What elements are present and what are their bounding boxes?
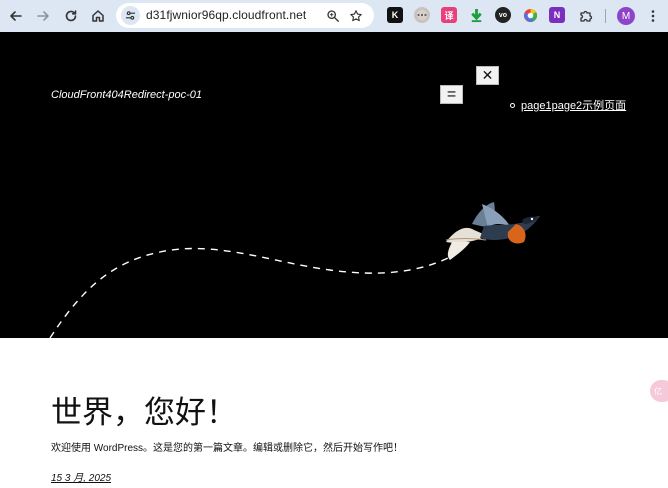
post-title[interactable]: 世界，您好！ xyxy=(51,387,237,432)
browser-menu-button[interactable] xyxy=(641,4,665,28)
avatar: M xyxy=(617,7,635,25)
address-bar[interactable]: d31fjwnior96qp.cloudfront.net xyxy=(116,3,374,28)
nav-item-pages[interactable]: page1page2示例页面 xyxy=(521,97,626,113)
floating-chat-button[interactable]: 亿 xyxy=(650,380,668,402)
chat-bubble-icon: 亿 xyxy=(654,386,662,396)
site-navigation: page1page2示例页面 xyxy=(510,97,626,113)
puzzle-icon xyxy=(580,10,593,22)
onenote-extension-icon[interactable]: N xyxy=(549,7,565,23)
flight-path-line xyxy=(49,247,451,338)
extensions-button[interactable] xyxy=(574,4,598,28)
close-icon: ✕ xyxy=(481,67,494,83)
zoom-button[interactable] xyxy=(324,7,341,24)
forward-button[interactable] xyxy=(31,4,55,28)
translate-extension-icon[interactable]: 译 xyxy=(441,7,457,23)
browser-toolbar: d31fjwnior96qp.cloudfront.net K 译 vo N M xyxy=(0,0,668,32)
list-bullet-icon xyxy=(510,102,515,108)
vo-extension-icon[interactable]: vo xyxy=(495,7,511,23)
reload-icon xyxy=(65,10,77,22)
site-title[interactable]: CloudFront404Redirect-poc-01 xyxy=(51,89,202,101)
home-button[interactable] xyxy=(86,4,110,28)
hamburger-icon: = xyxy=(446,85,457,103)
profile-button[interactable]: M xyxy=(614,4,638,28)
color-extension-icon[interactable] xyxy=(522,7,538,23)
close-menu-button[interactable]: ✕ xyxy=(476,66,499,85)
kebab-menu-icon xyxy=(651,10,655,22)
raccoon-extension-icon[interactable] xyxy=(414,7,430,23)
bookmark-button[interactable] xyxy=(347,7,364,24)
zoom-icon xyxy=(326,9,339,22)
url-text[interactable]: d31fjwnior96qp.cloudfront.net xyxy=(146,8,306,22)
star-icon xyxy=(349,9,362,21)
back-button[interactable] xyxy=(4,4,28,28)
tune-icon xyxy=(125,11,136,20)
bird-illustration xyxy=(49,202,540,338)
reload-button[interactable] xyxy=(59,4,83,28)
arrow-left-icon xyxy=(10,11,22,21)
download-extension-icon[interactable] xyxy=(468,7,484,23)
toolbar-separator xyxy=(605,9,606,23)
kagi-extension-icon[interactable]: K xyxy=(387,7,403,23)
bird-icon xyxy=(445,202,540,260)
post-excerpt: 欢迎使用 WordPress。这是您的第一篇文章。编辑或删除它，然后开始写作吧！ xyxy=(51,443,404,454)
home-icon xyxy=(92,10,104,22)
site-header: CloudFront404Redirect-poc-01 ✕ = page1pa… xyxy=(0,32,668,338)
site-info-button[interactable] xyxy=(121,6,140,25)
open-menu-button[interactable]: = xyxy=(440,85,463,104)
post-date[interactable]: 15 3 月, 2025 xyxy=(51,469,111,484)
arrow-right-icon xyxy=(37,11,49,21)
